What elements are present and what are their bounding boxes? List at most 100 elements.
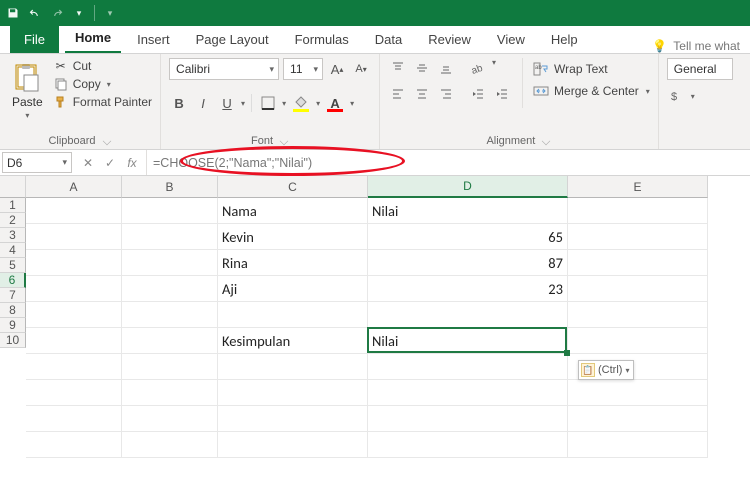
undo-icon[interactable] [28, 6, 42, 20]
row-header-7[interactable]: 7 [0, 288, 26, 303]
tab-data[interactable]: Data [365, 26, 412, 53]
row-header-1[interactable]: 1 [0, 198, 26, 213]
cell-E2[interactable] [568, 224, 708, 250]
cell-B8[interactable] [122, 380, 218, 406]
cell-E8[interactable] [568, 380, 708, 406]
cell-D8[interactable] [368, 380, 568, 406]
merge-center-button[interactable]: Merge & Center▾ [533, 84, 650, 98]
cell-A10[interactable] [26, 432, 122, 458]
tab-view[interactable]: View [487, 26, 535, 53]
redo-icon[interactable] [50, 6, 64, 20]
fill-handle[interactable] [564, 350, 570, 356]
cut-button[interactable]: ✂Cut [53, 58, 152, 74]
borders-button[interactable] [258, 92, 278, 114]
bold-button[interactable]: B [169, 92, 189, 114]
row-header-5[interactable]: 5 [0, 258, 26, 273]
number-format-combo[interactable]: General [667, 58, 733, 80]
cell-D9[interactable] [368, 406, 568, 432]
col-header-D[interactable]: D [368, 176, 568, 198]
col-header-A[interactable]: A [26, 176, 122, 198]
tab-insert[interactable]: Insert [127, 26, 180, 53]
row-header-10[interactable]: 10 [0, 333, 26, 348]
formula-input[interactable]: =CHOOSE(2;"Nama";"Nilai") [147, 150, 750, 175]
cell-E10[interactable] [568, 432, 708, 458]
orientation-icon[interactable]: ab [468, 58, 488, 78]
cell-A7[interactable] [26, 354, 122, 380]
row-header-4[interactable]: 4 [0, 243, 26, 258]
cell-B6[interactable] [122, 328, 218, 354]
cell-D1[interactable]: Nilai [368, 198, 568, 224]
cell-C1[interactable]: Nama [218, 198, 368, 224]
paste-button[interactable]: Paste ▾ [8, 58, 47, 123]
increase-font-icon[interactable]: A▴ [327, 58, 347, 80]
cell-E1[interactable] [568, 198, 708, 224]
italic-button[interactable]: I [193, 92, 213, 114]
cell-C5[interactable] [218, 302, 368, 328]
clipboard-dialog-launcher-icon[interactable] [102, 137, 110, 145]
cell-B10[interactable] [122, 432, 218, 458]
cell-D2[interactable]: 65 [368, 224, 568, 250]
tab-formulas[interactable]: Formulas [285, 26, 359, 53]
col-header-B[interactable]: B [122, 176, 218, 198]
cell-D3[interactable]: 87 [368, 250, 568, 276]
increase-indent-icon[interactable] [492, 84, 512, 104]
font-size-combo[interactable]: 11▾ [283, 58, 323, 80]
row-header-3[interactable]: 3 [0, 228, 26, 243]
cell-C3[interactable]: Rina [218, 250, 368, 276]
enter-formula-icon[interactable]: ✓ [102, 156, 118, 170]
alignment-dialog-launcher-icon[interactable] [542, 137, 550, 145]
cell-E9[interactable] [568, 406, 708, 432]
copy-button[interactable]: Copy▾ [53, 76, 152, 92]
cell-C2[interactable]: Kevin [218, 224, 368, 250]
cell-A2[interactable] [26, 224, 122, 250]
cell-D4[interactable]: 23 [368, 276, 568, 302]
align-top-icon[interactable] [388, 58, 408, 78]
align-left-icon[interactable] [388, 84, 408, 104]
cell-E5[interactable] [568, 302, 708, 328]
cell-A9[interactable] [26, 406, 122, 432]
tell-me-search[interactable]: 💡 Tell me what [652, 39, 740, 53]
wrap-text-button[interactable]: abWrap Text [533, 62, 650, 76]
cell-B9[interactable] [122, 406, 218, 432]
cell-C9[interactable] [218, 406, 368, 432]
tab-page-layout[interactable]: Page Layout [186, 26, 279, 53]
cell-D5[interactable] [368, 302, 568, 328]
cell-A6[interactable] [26, 328, 122, 354]
row-header-9[interactable]: 9 [0, 318, 26, 333]
cell-D7[interactable] [368, 354, 568, 380]
row-header-6[interactable]: 6 [0, 273, 26, 288]
row-header-8[interactable]: 8 [0, 303, 26, 318]
cell-E3[interactable] [568, 250, 708, 276]
fx-icon[interactable]: fx [124, 156, 140, 170]
col-header-E[interactable]: E [568, 176, 708, 198]
row-header-2[interactable]: 2 [0, 213, 26, 228]
cancel-formula-icon[interactable]: ✕ [80, 156, 96, 170]
touch-mode-icon[interactable]: ▾ [103, 6, 117, 20]
cell-B5[interactable] [122, 302, 218, 328]
cell-A8[interactable] [26, 380, 122, 406]
underline-button[interactable]: U [217, 92, 237, 114]
decrease-indent-icon[interactable] [468, 84, 488, 104]
cell-A3[interactable] [26, 250, 122, 276]
align-bottom-icon[interactable] [436, 58, 456, 78]
cell-C4[interactable]: Aji [218, 276, 368, 302]
align-right-icon[interactable] [436, 84, 456, 104]
accounting-format-icon[interactable]: $ [667, 86, 687, 106]
cell-C8[interactable] [218, 380, 368, 406]
tab-help[interactable]: Help [541, 26, 588, 53]
cell-D6[interactable]: Nilai [368, 328, 568, 354]
save-icon[interactable] [6, 6, 20, 20]
cell-E4[interactable] [568, 276, 708, 302]
cell-E6[interactable] [568, 328, 708, 354]
align-middle-icon[interactable] [412, 58, 432, 78]
fill-color-button[interactable] [290, 92, 312, 114]
cell-B3[interactable] [122, 250, 218, 276]
cell-A4[interactable] [26, 276, 122, 302]
font-dialog-launcher-icon[interactable] [280, 137, 288, 145]
cells-area[interactable]: NamaNilaiKevin65Rina87Aji23KesimpulanNil… [26, 198, 708, 458]
tab-review[interactable]: Review [418, 26, 481, 53]
cell-A5[interactable] [26, 302, 122, 328]
tab-home[interactable]: Home [65, 24, 121, 53]
font-color-button[interactable]: A [324, 92, 346, 114]
cell-B4[interactable] [122, 276, 218, 302]
